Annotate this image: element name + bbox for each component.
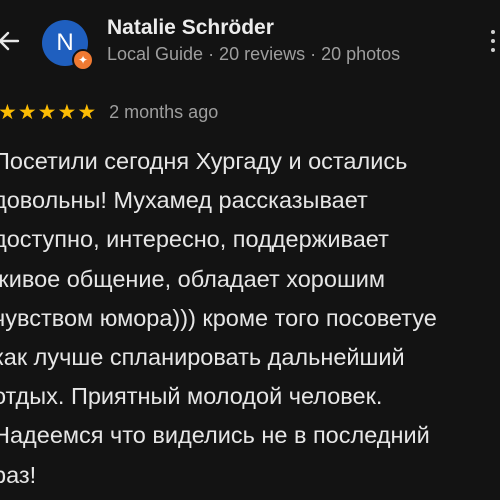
badge-symbol: ✦ (77, 53, 89, 67)
avatar-initial: N (56, 29, 74, 56)
review-text: Посетили сегодня Хургаду и остались дово… (0, 148, 437, 488)
star-rating: ★ ★ ★ ★ ★ (0, 102, 96, 123)
star-icon: ★ (77, 100, 97, 124)
rating-row: ★ ★ ★ ★ ★ 2 months ago (0, 100, 218, 124)
more-vertical-icon (491, 30, 495, 34)
review-date: 2 months ago (109, 101, 219, 122)
star-icon: ★ (57, 100, 77, 124)
author-name[interactable]: Natalie Schröder (107, 16, 274, 40)
more-options-button[interactable] (491, 30, 495, 52)
author-meta: Local Guide · 20 reviews · 20 photos (107, 44, 401, 64)
star-icon: ★ (17, 100, 37, 124)
arrow-left-icon (0, 31, 20, 51)
star-icon: ★ (0, 100, 17, 124)
local-guide-badge-icon: ✦ (72, 49, 94, 71)
back-button[interactable] (0, 26, 24, 56)
star-icon: ★ (37, 100, 57, 124)
